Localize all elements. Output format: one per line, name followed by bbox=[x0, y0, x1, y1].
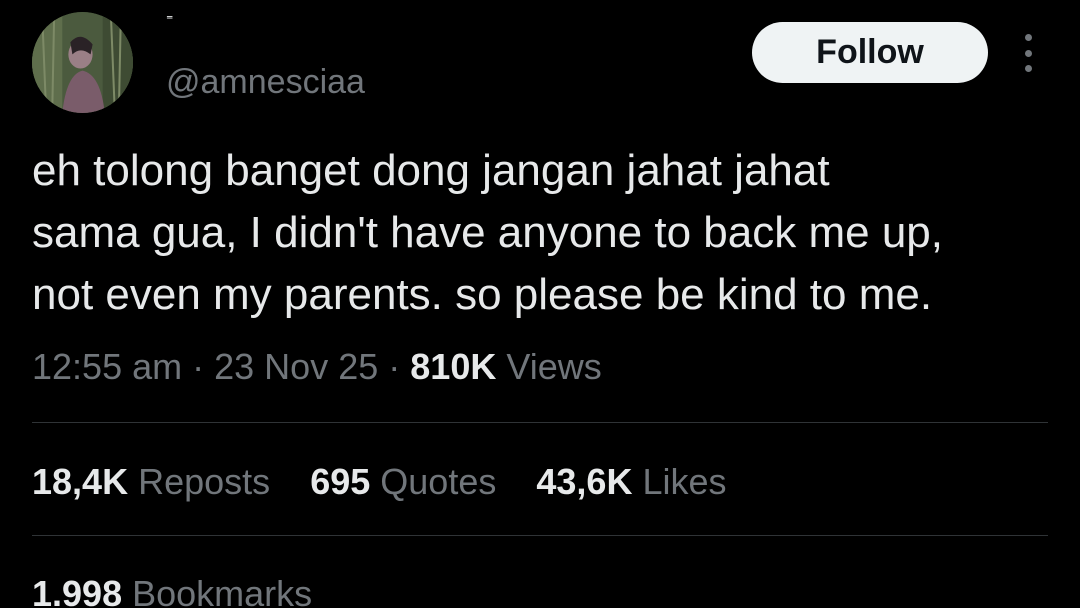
tweet-meta: 12:55 am · 23 Nov 25 · 810K Views bbox=[32, 346, 602, 388]
tweet-text-line: not even my parents. so please be kind t… bbox=[32, 270, 933, 319]
follow-button[interactable]: Follow bbox=[752, 22, 988, 83]
likes-stat[interactable]: 43,6K Likes bbox=[536, 461, 726, 502]
user-handle[interactable]: @amnesciaa bbox=[166, 62, 365, 102]
dot bbox=[1024, 49, 1032, 57]
quotes-label: Quotes bbox=[380, 461, 497, 502]
divider bbox=[32, 535, 1048, 536]
reposts-count: 18,4K bbox=[32, 461, 129, 502]
tweet-time[interactable]: 12:55 am bbox=[32, 346, 182, 387]
likes-label: Likes bbox=[642, 461, 727, 502]
tweet-text-line: eh tolong banget dong jangan jahat jahat bbox=[32, 146, 830, 195]
meta-separator: · bbox=[388, 346, 401, 387]
likes-count: 43,6K bbox=[536, 461, 633, 502]
engagement-stats: 18,4K Reposts 695 Quotes 43,6K Likes bbox=[32, 460, 757, 504]
views-label[interactable]: Views bbox=[506, 346, 601, 387]
bookmarks-stat[interactable]: 1.998 Bookmarks bbox=[32, 572, 312, 608]
meta-separator: · bbox=[192, 346, 205, 387]
tweet-text-line: sama gua, I didn't have anyone to back m… bbox=[32, 208, 943, 257]
avatar[interactable] bbox=[32, 12, 133, 113]
reposts-label: Reposts bbox=[138, 461, 271, 502]
more-vertical-icon[interactable] bbox=[1014, 34, 1042, 72]
user-avatar-photo-icon bbox=[32, 12, 133, 113]
bookmarks-count: 1.998 bbox=[32, 573, 123, 608]
tweet-date[interactable]: 23 Nov 25 bbox=[214, 346, 378, 387]
divider bbox=[32, 422, 1048, 423]
quotes-stat[interactable]: 695 Quotes bbox=[310, 461, 496, 502]
reposts-stat[interactable]: 18,4K Reposts bbox=[32, 461, 270, 502]
quotes-count: 695 bbox=[310, 461, 371, 502]
dot bbox=[1024, 34, 1032, 41]
tweet-text: eh tolong banget dong jangan jahat jahat… bbox=[32, 140, 1062, 326]
views-count[interactable]: 810K bbox=[410, 346, 496, 387]
bookmarks-label: Bookmarks bbox=[132, 573, 313, 608]
dot bbox=[1024, 65, 1032, 72]
display-name[interactable]: ⁼ bbox=[166, 10, 173, 28]
